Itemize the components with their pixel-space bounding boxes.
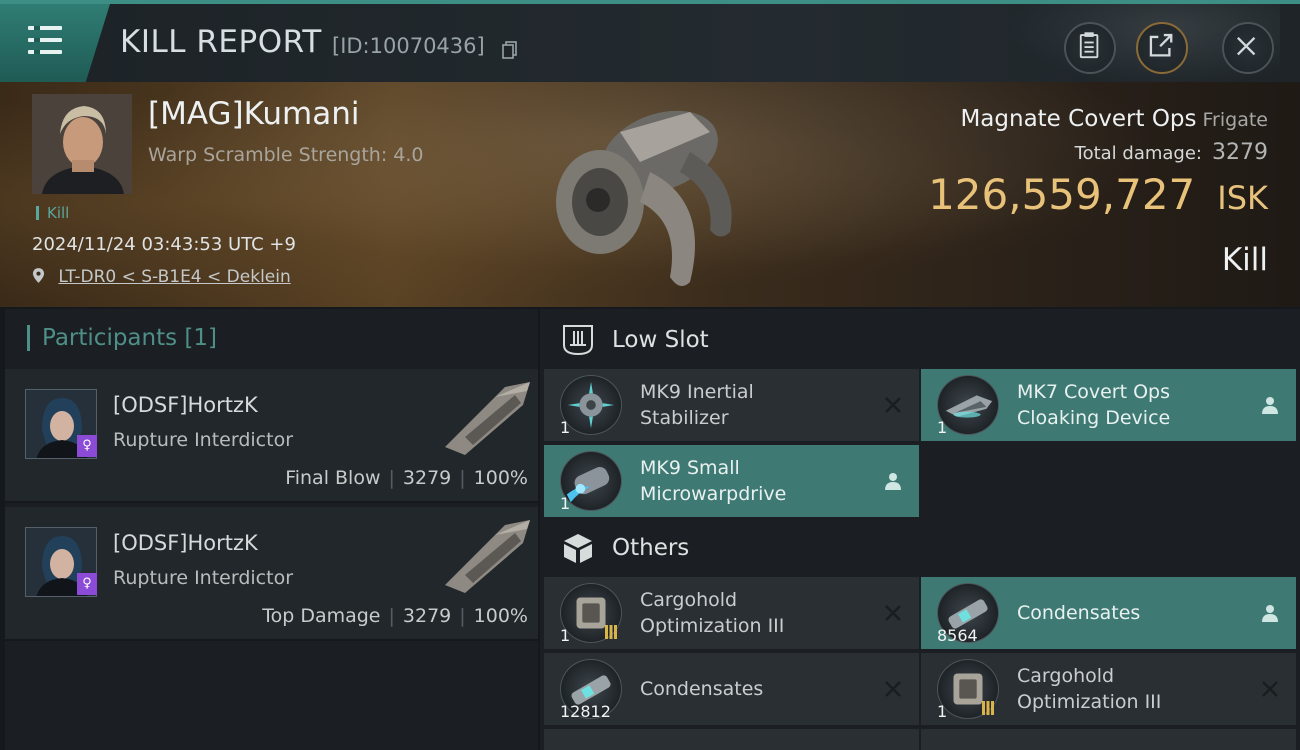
isk-amount: 126,559,727 — [928, 170, 1196, 219]
victim-ship[interactable]: Magnate Covert Ops Frigate — [960, 106, 1268, 132]
copy-icon[interactable] — [502, 41, 518, 59]
share-button[interactable] — [1136, 22, 1188, 74]
participant-name[interactable]: [ODSF]HortzK — [113, 393, 258, 417]
kill-banner: [MAG]Kumani Warp Scramble Strength: 4.0 … — [0, 82, 1300, 307]
clipboard-button[interactable] — [1064, 22, 1116, 74]
ship-image — [445, 382, 530, 455]
total-damage-label: Total damage: — [1074, 143, 1202, 164]
tier-icon — [982, 701, 994, 715]
report-result: Kill — [1221, 242, 1268, 278]
item-name: MK9 Small Microwarpdrive — [640, 457, 787, 505]
fitting-item[interactable] — [921, 729, 1296, 750]
participant-percent: 100% — [473, 605, 528, 627]
participant-damage: 3279 — [402, 605, 452, 627]
total-damage: Total damage: 3279 — [1075, 140, 1268, 165]
participant-role: Top Damage — [262, 605, 381, 627]
item-name: Condensates — [640, 678, 764, 700]
x-icon — [885, 397, 901, 413]
participant-card[interactable]: ♀ [ODSF]HortzK Rupture Interdictor Final… — [5, 369, 538, 503]
share-icon — [1149, 33, 1173, 57]
participant-role: Final Blow — [285, 467, 381, 489]
participants-panel: Participants [1] ♀ [ODSF]HortzK Rupture … — [5, 309, 538, 750]
participant-card[interactable]: ♀ [ODSF]HortzK Rupture Interdictor Top D… — [5, 507, 538, 641]
low-slot-icon — [563, 325, 593, 356]
item-quantity: 1 — [560, 626, 571, 645]
item-name: MK9 Inertial Stabilizer — [640, 381, 754, 429]
location-link[interactable]: LT-DR0 < S-B1E4 < Deklein — [58, 267, 290, 287]
fitting-item[interactable]: 1 Cargohold Optimization III — [921, 653, 1296, 725]
participant-percent: 100% — [473, 467, 528, 489]
person-icon — [1262, 605, 1278, 622]
report-id: [ID:10070436] — [332, 34, 485, 58]
x-icon — [885, 605, 901, 621]
isk-unit: ISK — [1217, 179, 1268, 217]
fitting-item[interactable]: 1 Cargohold Optimization III — [544, 577, 919, 649]
item-name: MK7 Covert Ops Cloaking Device — [1017, 381, 1171, 429]
clipboard-icon — [1079, 32, 1099, 59]
item-quantity: 12812 — [560, 702, 611, 721]
fitting-item[interactable]: 1 MK7 Covert Ops Cloaking Device — [921, 369, 1296, 441]
item-name: Cargohold Optimization III — [640, 589, 785, 637]
ship-image — [445, 520, 530, 593]
participant-ship: Rupture Interdictor — [113, 567, 293, 589]
x-icon — [1262, 681, 1278, 697]
kill-timestamp: 2024/11/24 03:43:53 UTC +9 — [32, 234, 296, 255]
ship-image — [556, 110, 732, 286]
corp-badge-icon: ♀ — [77, 435, 97, 457]
participants-header[interactable]: Participants [1] — [27, 325, 217, 351]
item-quantity: 1 — [560, 418, 571, 437]
participant-name[interactable]: [ODSF]HortzK — [113, 531, 258, 555]
total-damage-value: 3279 — [1212, 140, 1268, 165]
section-low-slot: Low Slot — [540, 311, 1300, 369]
close-button[interactable] — [1222, 22, 1274, 74]
close-icon — [1237, 37, 1256, 56]
section-title: Others — [612, 535, 690, 561]
fitting-item[interactable]: 1 MK9 Inertial Stabilizer — [544, 369, 919, 441]
item-name: Condensates — [1017, 602, 1141, 624]
location-pin-icon — [32, 268, 45, 283]
page-title: KILL REPORT — [120, 24, 322, 60]
kill-tag: Kill — [36, 206, 69, 221]
person-icon — [1262, 397, 1278, 414]
fitting-item[interactable]: 12812 Condensates — [544, 653, 919, 725]
item-quantity: 1 — [937, 702, 948, 721]
victim-avatar[interactable] — [32, 94, 132, 194]
corp-badge-icon: ♀ — [77, 573, 97, 595]
item-quantity: 1 — [560, 494, 571, 513]
item-quantity: 1 — [937, 418, 948, 437]
fitting-item[interactable]: 8564 Condensates — [921, 577, 1296, 649]
ship-name: Magnate Covert Ops — [960, 106, 1197, 132]
participant-stats: Top Damage | 3279 | 100% — [262, 605, 528, 627]
participant-stats: Final Blow | 3279 | 100% — [285, 467, 528, 489]
fitting-item[interactable] — [544, 729, 919, 750]
section-others: Others — [540, 519, 1300, 577]
item-name: Cargohold Optimization III — [1017, 665, 1162, 713]
isk-value: 126,559,727 ISK — [928, 170, 1268, 219]
person-icon — [885, 473, 901, 490]
item-quantity: 8564 — [937, 626, 978, 645]
top-bar: KILL REPORT [ID:10070436] — [0, 0, 1300, 86]
warp-scramble-strength: Warp Scramble Strength: 4.0 — [148, 144, 424, 166]
cube-icon — [564, 534, 592, 563]
ship-class: Frigate — [1202, 109, 1268, 131]
kill-location[interactable]: LT-DR0 < S-B1E4 < Deklein — [32, 267, 291, 287]
participant-damage: 3279 — [402, 467, 452, 489]
menu-button[interactable] — [0, 4, 110, 82]
section-title: Low Slot — [612, 327, 709, 353]
fitting-item[interactable]: 1 MK9 Small Microwarpdrive — [544, 445, 919, 517]
participant-ship: Rupture Interdictor — [113, 429, 293, 451]
pilot-portrait-icon — [32, 94, 132, 194]
tier-icon — [605, 625, 617, 639]
fitting-panel: Low Slot 1 MK9 Inertial Stabilizer 1 MK7… — [540, 309, 1300, 750]
x-icon — [885, 681, 901, 697]
victim-name[interactable]: [MAG]Kumani — [148, 96, 360, 132]
